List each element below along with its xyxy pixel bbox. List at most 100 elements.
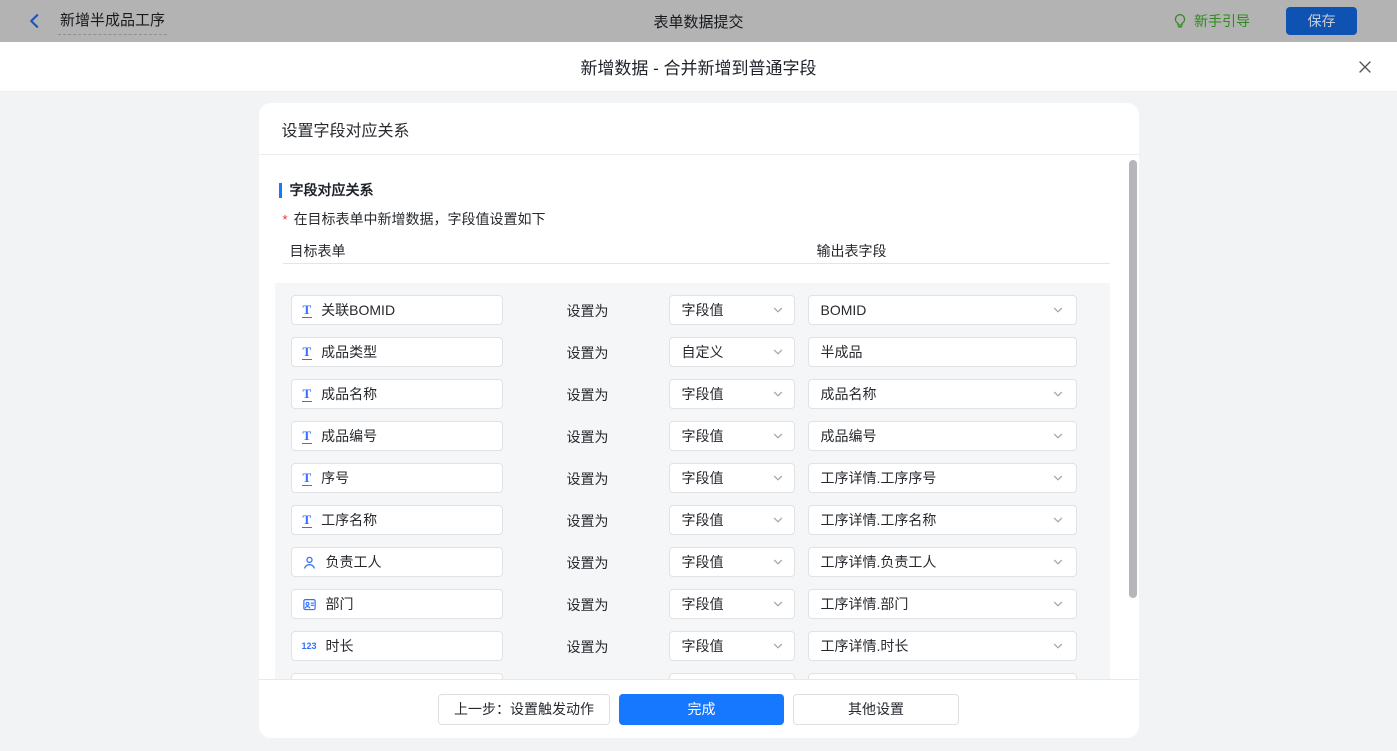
output-field-select[interactable]: 工序详情.时长 [807,631,1077,661]
value-mode-select[interactable]: 自定义 [668,337,795,367]
target-field-label: 序号 [321,470,350,486]
topbar-left: 新增半成品工序 [26,7,168,35]
user-field-icon [303,556,315,569]
chevron-down-icon [1053,307,1062,313]
output-field-select[interactable]: 工序详情.部门 [807,589,1077,619]
field-mapping-row: T 成品名称 设置为 字段值 成品名称 [275,379,1110,409]
add-data-modal: 新增数据 - 合并新增到普通字段 设置字段对应关系 字段对应关系 * 在目标表单… [0,42,1397,751]
value-mode-label: 字段值 [681,302,724,318]
value-mode-select[interactable]: 字段值 [668,505,795,535]
target-field-box: T 成品编号 [290,421,503,451]
chevron-down-icon [1053,475,1062,481]
target-field-label: 工序名称 [321,512,378,528]
field-mapping-row-partial [275,673,1110,679]
value-mode-label: 字段值 [681,470,724,486]
value-mode-select[interactable]: 字段值 [668,631,795,661]
set-as-label: 设置为 [566,639,609,655]
text-field-icon: T [301,385,313,402]
value-mode-select[interactable]: 字段值 [668,463,795,493]
output-field-select[interactable]: 成品编号 [807,421,1077,451]
field-mapping-row: 123 时长 设置为 字段值 工序详情.时长 [275,631,1110,661]
output-field-select[interactable]: 工序详情.工序序号 [807,463,1077,493]
chevron-down-icon [773,517,782,523]
text-field-icon: T [301,343,313,360]
output-field-select[interactable]: 工序详情.工序名称 [807,505,1077,535]
modal-header: 新增数据 - 合并新增到普通字段 [0,42,1397,92]
back-chevron-icon [30,14,39,28]
column-target-form: 目标表单 [289,243,346,259]
value-mode-label: 字段值 [681,386,724,402]
target-field-label: 关联BOMID [321,302,396,318]
required-asterisk: * [282,211,288,227]
modal-title: 新增数据 - 合并新增到普通字段 [580,59,817,78]
card-title: 设置字段对应关系 [258,103,1139,155]
value-mode-select[interactable]: 字段值 [668,295,795,325]
chevron-down-icon [773,307,782,313]
topbar-right: 新手引导 保存 [1172,7,1357,35]
output-field-select[interactable]: BOMID [807,295,1077,325]
field-mapping-row: T 序号 设置为 字段值 工序详情.工序序号 [275,463,1110,493]
chevron-down-icon [773,601,782,607]
chevron-down-icon [773,559,782,565]
set-as-label: 设置为 [566,513,609,529]
output-field-select[interactable]: 成品名称 [807,379,1077,409]
output-field-label: 工序详情.负责工人 [820,554,937,570]
target-field-label: 时长 [325,638,354,654]
set-as-label: 设置为 [566,387,609,403]
output-field-label: 工序详情.工序名称 [820,512,937,528]
target-field-box: T 成品类型 [290,337,503,367]
workflow-title[interactable]: 新增半成品工序 [58,7,168,35]
field-mapping-row: T 成品编号 设置为 字段值 成品编号 [275,421,1110,451]
field-mapping-row: T 成品类型 设置为 自定义 半成品 [275,337,1110,367]
close-button[interactable] [1357,59,1373,75]
field-mapping-panel: T 关联BOMID 设置为 字段值 BOMID T 成品类型 设置为 自定义 半成品 T 成品名称 设置… [274,283,1110,679]
output-field-label: 工序详情.时长 [820,638,909,654]
target-field-box: T 关联BOMID [290,295,503,325]
set-as-label: 设置为 [566,345,609,361]
custom-value-input[interactable]: 半成品 [807,337,1077,367]
value-mode-select[interactable] [668,673,795,679]
value-mode-select[interactable]: 字段值 [668,421,795,451]
topbar: 新增半成品工序 表单数据提交 新手引导 保存 [0,0,1397,42]
set-as-label: 设置为 [566,303,609,319]
beginner-guide-link[interactable]: 新手引导 [1172,11,1250,31]
save-button[interactable]: 保存 [1286,7,1357,35]
target-field-label: 成品类型 [321,344,378,360]
field-mapping-row: T 工序名称 设置为 字段值 工序详情.工序名称 [275,505,1110,535]
target-field-box: T 成品名称 [290,379,503,409]
output-field-label: 成品编号 [820,428,877,444]
field-mapping-card: 设置字段对应关系 字段对应关系 * 在目标表单中新增数据，字段值设置如下 目标表… [258,103,1139,738]
prev-step-button[interactable]: 上一步：设置触发动作 [438,693,610,725]
target-field-label: 部门 [325,596,354,612]
text-field-icon: T [301,469,313,486]
scrollbar-thumb[interactable] [1128,160,1137,598]
chevron-down-icon [1053,391,1062,397]
output-field-label: 半成品 [820,344,863,360]
output-field-label: 工序详情.部门 [820,596,909,612]
done-button[interactable]: 完成 [619,693,784,725]
value-mode-select[interactable]: 字段值 [668,379,795,409]
text-field-icon: T [301,511,313,528]
value-mode-select[interactable]: 字段值 [668,589,795,619]
output-field-select[interactable]: 工序详情.负责工人 [807,547,1077,577]
target-field-box: T 工序名称 [290,505,503,535]
value-mode-label: 字段值 [681,512,724,528]
section-description-text: 在目标表单中新增数据，字段值设置如下 [293,211,546,227]
output-field-select[interactable] [807,673,1077,679]
other-settings-button[interactable]: 其他设置 [793,693,959,725]
modal-body: 设置字段对应关系 字段对应关系 * 在目标表单中新增数据，字段值设置如下 目标表… [0,92,1397,751]
number-field-icon: 123 [301,641,317,651]
card-footer: 上一步：设置触发动作 完成 其他设置 [258,679,1139,738]
value-mode-select[interactable]: 字段值 [668,547,795,577]
back-button[interactable] [26,12,44,30]
target-field-label: 负责工人 [325,554,382,570]
value-mode-label: 字段值 [681,428,724,444]
value-mode-label: 字段值 [681,638,724,654]
chevron-down-icon [773,391,782,397]
chevron-down-icon [773,433,782,439]
value-mode-label: 字段值 [681,596,724,612]
set-as-label: 设置为 [566,429,609,445]
section-title: 字段对应关系 [278,183,374,198]
target-field-label: 成品编号 [321,428,378,444]
field-mapping-row: 部门 设置为 字段值 工序详情.部门 [275,589,1110,619]
